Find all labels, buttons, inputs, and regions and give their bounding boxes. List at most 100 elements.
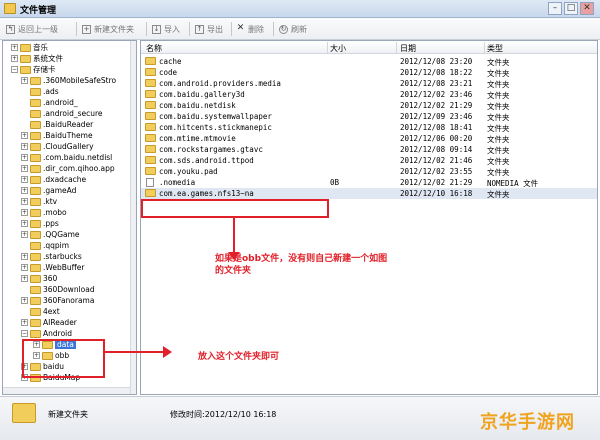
new-folder-button[interactable]: + 新建文件夹 <box>82 21 134 37</box>
expand-icon[interactable]: + <box>11 55 18 62</box>
folder-icon <box>145 68 156 76</box>
file-row[interactable]: .nomedia 0B 2012/12/02 21:29 NOMEDIA 文件 <box>141 177 597 188</box>
folder-icon <box>145 57 156 65</box>
tree-item[interactable]: + .360MobileSafeStro <box>21 75 116 86</box>
tree-item[interactable]: .android_secure <box>21 108 103 119</box>
tree-item[interactable]: + .QQGame <box>21 229 80 240</box>
tree-item[interactable]: .BaiduReader <box>21 119 93 130</box>
export-button[interactable]: ↑ 导出 <box>195 21 223 37</box>
tree-item[interactable]: + .mobo <box>21 207 67 218</box>
maximize-button[interactable]: □ <box>564 2 578 15</box>
file-icon <box>146 178 154 187</box>
cell-date: 2012/12/08 09:14 <box>400 145 473 154</box>
file-row[interactable]: com.baidu.systemwallpaper 2012/12/09 23:4… <box>141 111 597 122</box>
column-divider[interactable] <box>327 42 328 53</box>
refresh-label: 刷新 <box>291 24 307 34</box>
expand-icon[interactable]: + <box>21 220 28 227</box>
tree-item[interactable]: + .com.baidu.netdisl <box>21 152 112 163</box>
file-row[interactable]: com.rockstargames.gtavc 2012/12/08 09:14 文… <box>141 144 597 155</box>
folder-icon <box>30 208 41 217</box>
tree-item-label: 系统文件 <box>33 54 63 63</box>
expand-icon[interactable]: + <box>21 209 28 216</box>
expand-icon[interactable]: + <box>21 165 28 172</box>
expand-icon[interactable]: + <box>21 143 28 150</box>
back-button[interactable]: ↰ 返回上一级 <box>6 21 58 37</box>
tree-item[interactable]: + 系统文件 <box>11 53 63 64</box>
expand-icon[interactable]: + <box>21 231 28 238</box>
tree-item[interactable]: + .WebBuffer <box>21 262 85 273</box>
column-divider[interactable] <box>484 42 485 53</box>
expand-icon[interactable]: + <box>21 187 28 194</box>
file-row[interactable]: com.youku.pad 2012/12/02 23:55 文件夹 <box>141 166 597 177</box>
toolbar-separator <box>273 22 274 36</box>
tree-item[interactable]: 360Download <box>21 284 95 295</box>
file-row[interactable]: code 2012/12/08 18:22 文件夹 <box>141 67 597 78</box>
tree-item[interactable]: .ads <box>21 86 59 97</box>
folder-icon <box>145 123 156 131</box>
tree-item[interactable]: − 存储卡 <box>11 64 56 75</box>
minimize-button[interactable]: – <box>548 2 562 15</box>
file-row[interactable]: com.sds.android.ttpod 2012/12/02 21:46 文件夹 <box>141 155 597 166</box>
refresh-button[interactable]: ↻ 刷新 <box>279 21 307 37</box>
collapse-icon[interactable]: − <box>11 66 18 73</box>
tree-item[interactable]: .qqpim <box>21 240 69 251</box>
file-row[interactable]: com.android.providers.media 2012/12/08 23… <box>141 78 597 89</box>
column-divider[interactable] <box>396 42 397 53</box>
expand-icon[interactable]: + <box>21 297 28 304</box>
tree-item[interactable]: + .pps <box>21 218 59 229</box>
column-type[interactable]: 类型 <box>487 43 503 54</box>
tree-item[interactable]: − Android <box>21 328 72 339</box>
expand-icon[interactable]: + <box>11 44 18 51</box>
folder-icon <box>30 153 41 162</box>
tree-item[interactable]: + AIReader <box>21 317 77 328</box>
tree-item[interactable]: + .ktv <box>21 196 57 207</box>
folder-icon <box>145 101 156 109</box>
tree-item[interactable]: +360Fanorama <box>21 295 94 306</box>
expand-icon[interactable]: + <box>21 176 28 183</box>
status-selected-name: 新建文件夹 <box>48 410 88 419</box>
cell-name: com.mtime.mtmovie <box>159 134 236 143</box>
file-row[interactable]: com.ea.games.nfs13~na 2012/12/10 16:18 文件夹 <box>141 188 597 199</box>
title-bar: 文件管理 – □ ✕ <box>0 0 600 18</box>
tree-item[interactable]: + .CloudGallery <box>21 141 94 152</box>
delete-button[interactable]: ✕ 删除 <box>236 21 264 37</box>
tree-item[interactable]: +360 <box>21 273 57 284</box>
tree-item[interactable]: 4ext <box>21 306 60 317</box>
file-row[interactable]: com.hitcents.stickmanepic 2012/12/08 18:4… <box>141 122 597 133</box>
tree-item-label: 音乐 <box>33 43 48 52</box>
expand-icon[interactable]: + <box>21 132 28 139</box>
cell-name: com.ea.games.nfs13~na <box>159 189 254 198</box>
tree-item[interactable]: .android_ <box>21 97 78 108</box>
expand-icon[interactable]: + <box>21 154 28 161</box>
file-row[interactable]: com.baidu.netdisk 2012/12/02 21:29 文件夹 <box>141 100 597 111</box>
import-button[interactable]: ↓ 导入 <box>152 21 180 37</box>
close-button[interactable]: ✕ <box>580 2 594 15</box>
column-name[interactable]: 名称 <box>146 43 162 54</box>
export-icon: ↑ <box>195 24 204 34</box>
expand-icon[interactable]: + <box>21 319 28 326</box>
file-row[interactable]: cache 2012/12/08 23:20 文件夹 <box>141 56 597 67</box>
folder-icon <box>30 186 41 195</box>
tree-item[interactable]: + .gameAd <box>21 185 76 196</box>
tree-item[interactable]: + .dxadcache <box>21 174 86 185</box>
expand-icon[interactable]: + <box>21 264 28 271</box>
expand-icon[interactable]: + <box>21 77 28 84</box>
tree-item[interactable]: + 音乐 <box>11 42 48 53</box>
file-row[interactable]: com.baidu.gallery3d 2012/12/02 23:46 文件夹 <box>141 89 597 100</box>
collapse-icon[interactable]: − <box>21 330 28 337</box>
highlight-box-obb-folder <box>141 199 329 218</box>
folder-icon <box>30 318 41 327</box>
arrow-right-icon <box>163 346 172 358</box>
column-date[interactable]: 日期 <box>400 43 416 54</box>
expand-icon[interactable]: + <box>21 253 28 260</box>
arrow-line <box>105 351 165 353</box>
tree-horizontal-scrollbar[interactable] <box>3 387 130 394</box>
file-row[interactable]: com.mtime.mtmovie 2012/12/06 00:20 文件夹 <box>141 133 597 144</box>
column-size[interactable]: 大小 <box>330 43 346 54</box>
expand-icon[interactable]: + <box>21 275 28 282</box>
tree-item[interactable]: + .BaiduTheme <box>21 130 93 141</box>
tree-vertical-scrollbar[interactable] <box>130 41 136 394</box>
tree-item[interactable]: + .dir_com.qihoo.app <box>21 163 115 174</box>
expand-icon[interactable]: + <box>21 198 28 205</box>
tree-item[interactable]: + .starbucks <box>21 251 82 262</box>
